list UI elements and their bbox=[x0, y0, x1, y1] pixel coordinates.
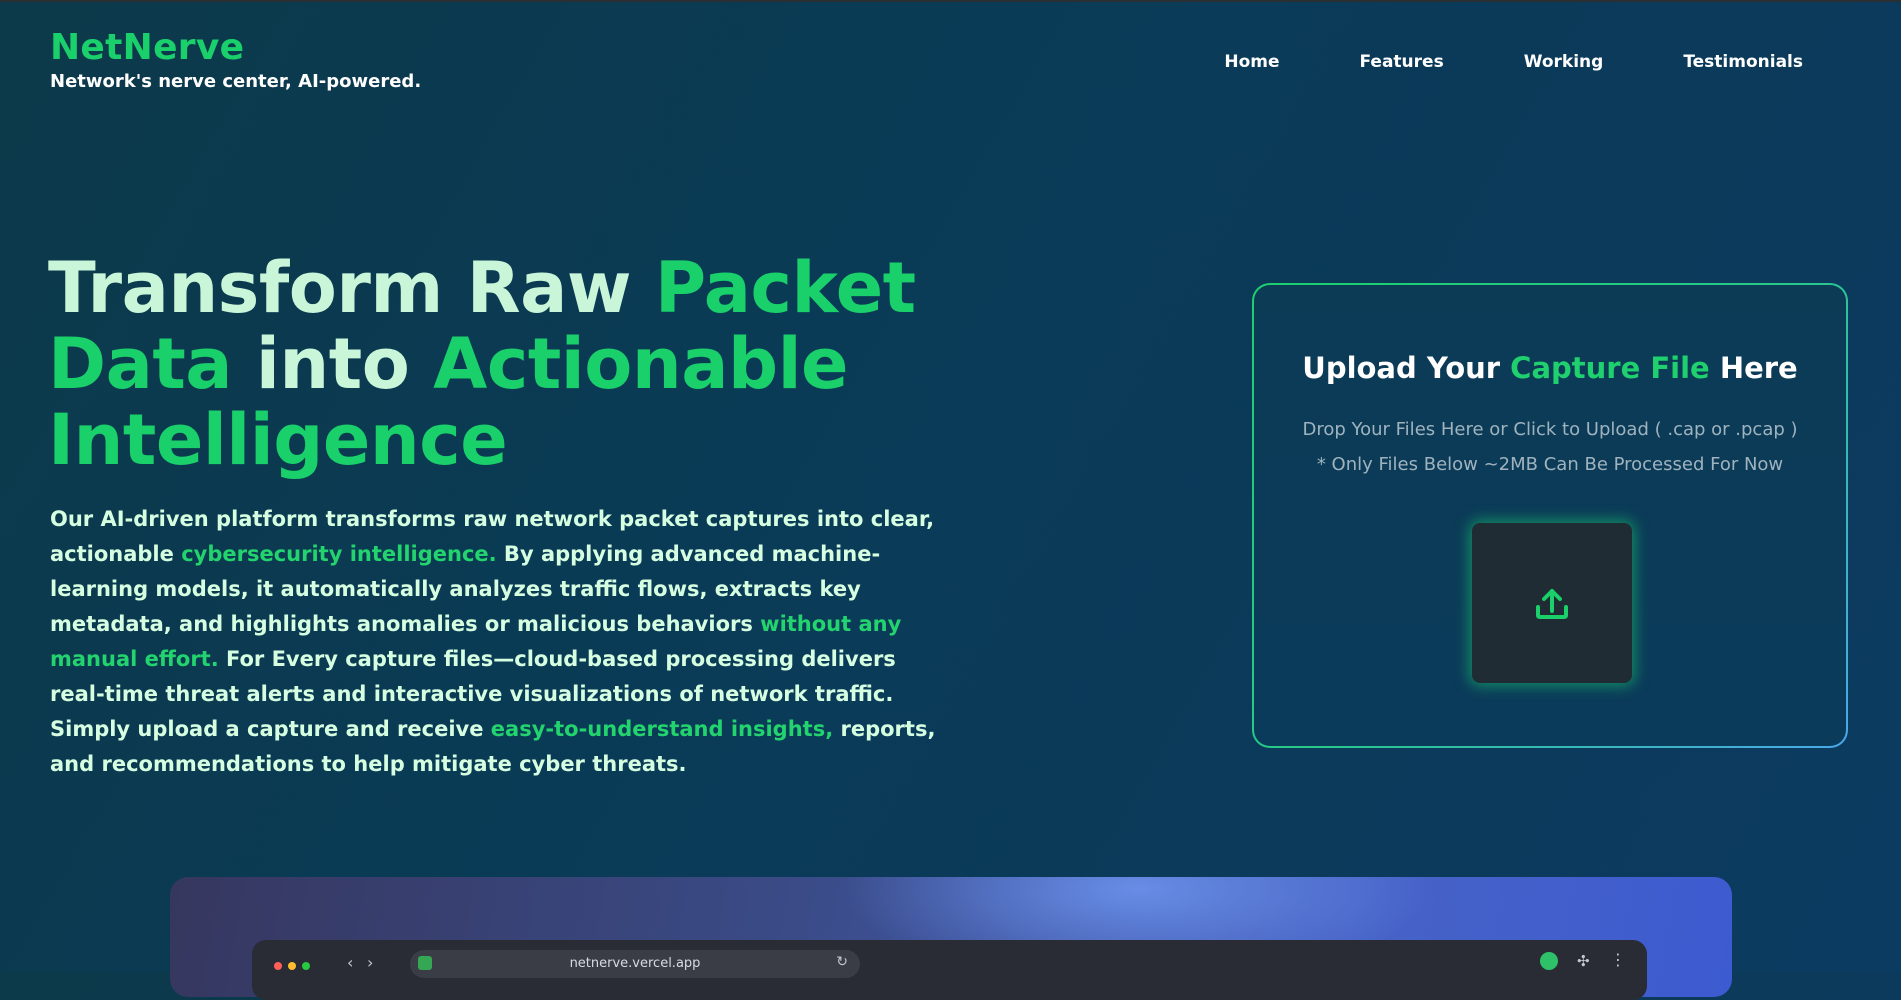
upload-instructions: Drop Your Files Here or Click to Upload … bbox=[1302, 419, 1798, 440]
url-text: netnerve.vercel.app bbox=[569, 956, 701, 971]
app-preview: ‹ › netnerve.vercel.app ↻ ✣ ⋮ bbox=[170, 877, 1732, 1000]
upload-button[interactable] bbox=[1472, 523, 1632, 683]
upload-title-highlight: Capture File bbox=[1510, 351, 1710, 385]
nav-testimonials[interactable]: Testimonials bbox=[1683, 52, 1803, 72]
nav-working[interactable]: Working bbox=[1524, 52, 1604, 72]
brand-tagline: Network's nerve center, AI-powered. bbox=[50, 71, 422, 92]
hero-title-part1: Transform Raw bbox=[48, 247, 655, 329]
hero-description: Our AI-driven platform transforms raw ne… bbox=[50, 502, 950, 782]
minimize-dot-icon bbox=[288, 962, 296, 970]
hero-title-part3: into bbox=[232, 323, 434, 405]
maximize-dot-icon bbox=[302, 962, 310, 970]
reload-icon: ↻ bbox=[836, 954, 848, 970]
upload-title: Upload Your Capture File Here bbox=[1254, 351, 1846, 385]
close-dot-icon bbox=[274, 962, 282, 970]
browser-mockup: ‹ › netnerve.vercel.app ↻ ✣ ⋮ bbox=[252, 940, 1647, 1000]
upload-title-part1: Upload Your bbox=[1302, 351, 1511, 385]
forward-icon: › bbox=[367, 953, 374, 972]
nav-features[interactable]: Features bbox=[1360, 52, 1444, 72]
back-icon: ‹ bbox=[347, 953, 354, 972]
puzzle-icon: ✣ bbox=[1577, 952, 1590, 970]
url-bar: netnerve.vercel.app ↻ bbox=[410, 950, 860, 978]
brand[interactable]: NetNerve Network's nerve center, AI-powe… bbox=[50, 28, 422, 93]
upload-icon bbox=[1536, 589, 1568, 619]
extension-icon bbox=[1540, 952, 1558, 970]
upload-title-part2: Here bbox=[1709, 351, 1798, 385]
upload-dropzone[interactable]: Upload Your Capture File Here Drop Your … bbox=[1252, 283, 1848, 748]
hero-desc-highlight-3: easy-to-understand insights, bbox=[490, 717, 834, 741]
hero-title: Transform Raw Packet Data into Actionabl… bbox=[48, 250, 948, 478]
nav-home[interactable]: Home bbox=[1224, 52, 1279, 72]
hero-desc-highlight-1: cybersecurity intelligence. bbox=[181, 542, 497, 566]
upload-size-note: * Only Files Below ~2MB Can Be Processed… bbox=[1316, 454, 1784, 475]
brand-name[interactable]: NetNerve bbox=[50, 28, 421, 68]
main-nav: Home Features Working Testimonials bbox=[1224, 52, 1803, 72]
menu-dots-icon: ⋮ bbox=[1610, 950, 1626, 969]
top-border bbox=[0, 0, 1901, 2]
